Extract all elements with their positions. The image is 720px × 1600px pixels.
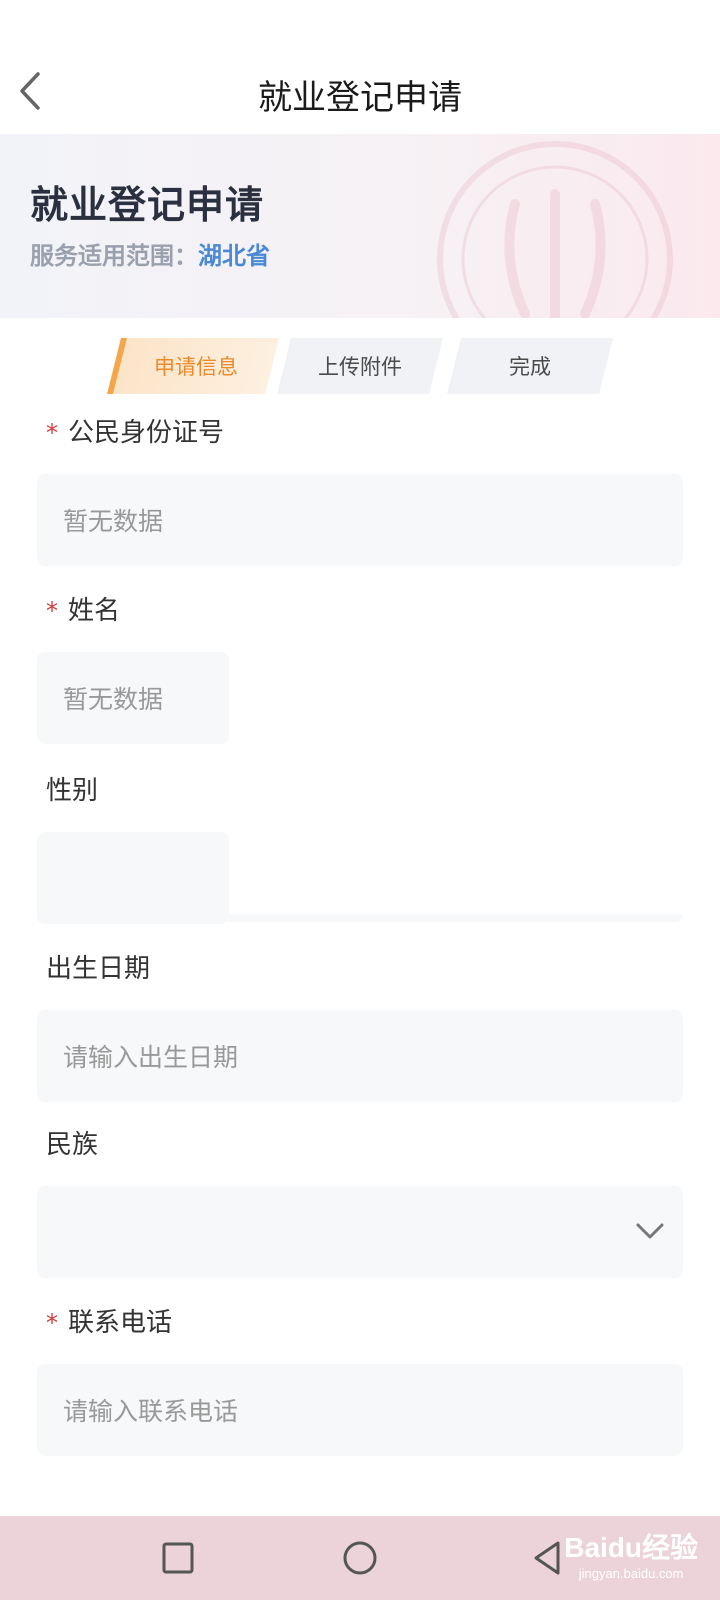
service-title: 就业登记申请	[30, 183, 265, 227]
birth-date-input[interactable]: 请输入出生日期	[37, 1010, 683, 1102]
name-label-text: 姓名	[68, 596, 121, 626]
required-mark: *	[46, 419, 58, 447]
step-apply-info[interactable]: 申请信息	[107, 338, 279, 394]
scope-value: 湖北省	[198, 242, 270, 270]
recent-apps-button[interactable]	[160, 1538, 196, 1582]
gender-label: 性别	[46, 776, 99, 806]
name-field[interactable]: 暂无数据	[37, 652, 229, 744]
phone-placeholder: 请输入联系电话	[63, 1397, 239, 1426]
id-number-label-text: 公民身份证号	[68, 418, 225, 448]
name-label: * 姓名	[46, 590, 120, 627]
id-number-label: * 公民身份证号	[46, 412, 224, 449]
service-banner: 就业登记申请 服务适用范围：湖北省	[0, 134, 720, 318]
system-back-button[interactable]	[528, 1538, 568, 1582]
triangle-back-icon	[534, 1541, 560, 1575]
ethnicity-label: 民族	[46, 1130, 99, 1160]
phone-label: * 联系电话	[46, 1302, 172, 1339]
system-nav-bar: Baidu经验 jingyan.baidu.com	[0, 1516, 720, 1600]
baidu-watermark: Baidu经验 jingyan.baidu.com	[564, 1526, 698, 1581]
watermark-main: Baidu经验	[564, 1532, 698, 1563]
phone-label-text: 联系电话	[68, 1308, 173, 1338]
circle-home-icon	[343, 1541, 377, 1575]
step-label: 申请信息	[154, 355, 238, 379]
top-nav-bar: 就业登记申请	[0, 58, 720, 124]
birth-date-placeholder: 请输入出生日期	[63, 1043, 239, 1072]
page-title: 就业登记申请	[258, 78, 462, 118]
id-number-value: 暂无数据	[63, 507, 164, 536]
required-mark: *	[46, 597, 58, 625]
step-complete[interactable]: 完成	[447, 338, 613, 394]
step-label: 完成	[509, 355, 551, 379]
step-label: 上传附件	[318, 355, 402, 379]
step-upload-attachments[interactable]: 上传附件	[277, 338, 443, 394]
step-indicator: 申请信息 上传附件 完成	[107, 338, 613, 394]
gender-field-edge	[229, 914, 683, 922]
emblem-icon	[437, 141, 673, 318]
gender-field[interactable]	[37, 832, 229, 924]
name-value: 暂无数据	[63, 685, 164, 714]
service-scope: 服务适用范围：湖北省	[30, 236, 270, 271]
phone-input[interactable]: 请输入联系电话	[37, 1364, 683, 1456]
required-mark: *	[46, 1309, 58, 1337]
chevron-down-icon	[636, 1223, 664, 1239]
ethnicity-select[interactable]	[37, 1186, 683, 1278]
birth-date-label: 出生日期	[46, 954, 151, 984]
home-button[interactable]	[340, 1538, 380, 1582]
square-recent-icon	[162, 1542, 194, 1574]
id-number-field[interactable]: 暂无数据	[37, 474, 683, 566]
watermark-sub: jingyan.baidu.com	[578, 1566, 684, 1581]
scope-label: 服务适用范围：	[30, 242, 198, 270]
